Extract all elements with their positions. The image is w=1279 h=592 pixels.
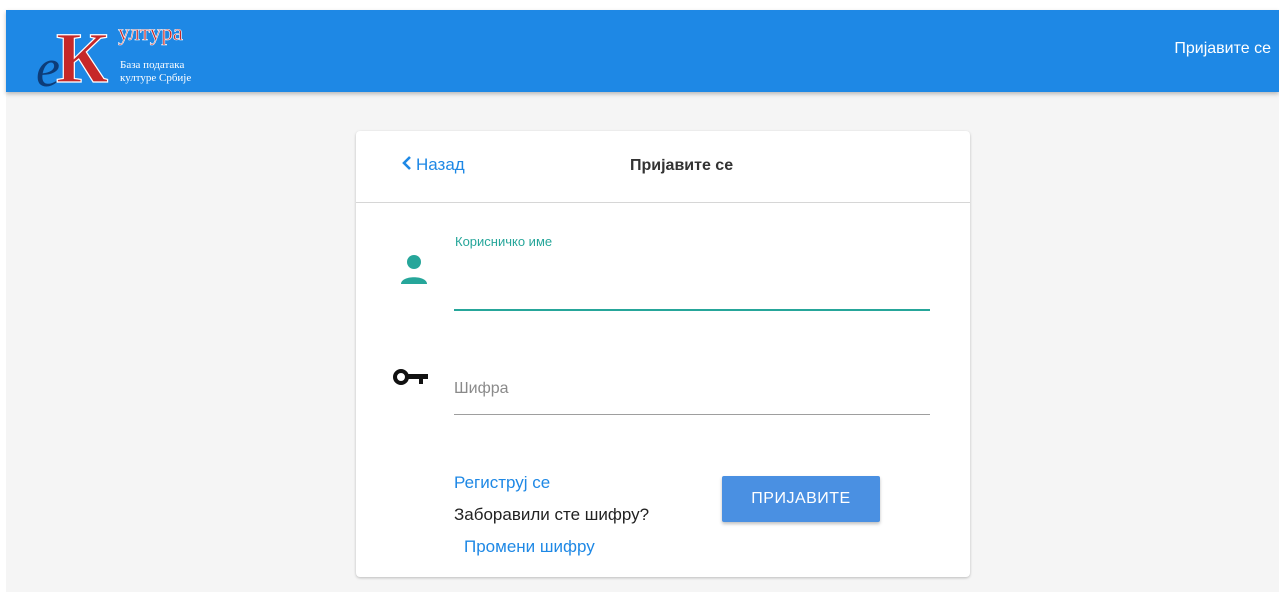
login-card: Назад Пријавите се Корисничко име Регист… <box>356 131 970 577</box>
card-header: Назад Пријавите се <box>356 131 970 203</box>
key-icon <box>393 369 428 385</box>
forgot-password-text: Заборавили сте шифру? <box>454 505 650 524</box>
user-icon <box>401 255 427 284</box>
register-link[interactable]: Региструј се <box>454 473 550 493</box>
app-bar: e К ултура База података културе Србије … <box>6 10 1279 92</box>
header-login-link[interactable]: Пријавите се <box>1174 40 1271 58</box>
top-margin <box>0 0 1279 10</box>
logo-letter-k: К <box>56 18 108 90</box>
logo-subtitle-line1: База података <box>120 59 184 71</box>
logo-subtitle-line2: културе Србије <box>120 72 191 84</box>
page: e К ултура База података културе Србије … <box>0 0 1279 592</box>
login-submit-button[interactable]: ПРИЈАВИТЕ <box>722 476 880 522</box>
username-label: Корисничко име <box>455 234 553 249</box>
back-label: Назад <box>416 155 465 174</box>
card-title: Пријавите се <box>630 157 734 174</box>
back-button[interactable]: Назад <box>402 155 465 175</box>
username-input[interactable] <box>454 259 930 311</box>
site-logo[interactable]: e К ултура База података културе Србије <box>32 18 226 90</box>
password-input[interactable] <box>454 363 930 415</box>
chevron-left-icon <box>402 156 411 170</box>
change-password-link[interactable]: Промени шифру <box>464 537 595 557</box>
logo-title: ултура <box>118 20 183 45</box>
